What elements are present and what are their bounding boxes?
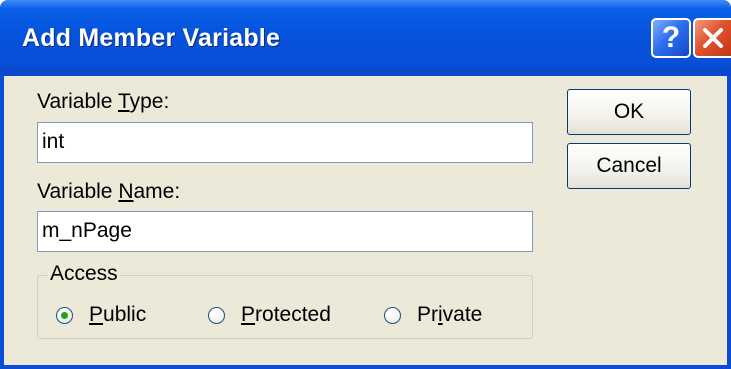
variable-type-input[interactable]: int [37, 122, 533, 163]
radio-public[interactable]: Public [56, 303, 146, 327]
radio-public-label: Public [89, 303, 147, 326]
radio-public-circle[interactable] [56, 306, 73, 324]
cancel-button[interactable]: Cancel [567, 143, 691, 189]
variable-type-label: Variable Type: [37, 90, 170, 113]
radio-private-label: Private [417, 303, 483, 326]
dialog-title: Add Member Variable [22, 24, 281, 52]
help-button[interactable]: ? [651, 18, 691, 58]
close-button[interactable] [693, 18, 731, 58]
radio-protected-label: Protected [241, 303, 331, 326]
add-member-variable-dialog: Add Member Variable ? Variable Type: int… [0, 0, 731, 369]
radio-protected-circle[interactable] [208, 306, 225, 324]
variable-name-input[interactable]: m_nPage [37, 211, 533, 252]
close-icon [703, 28, 723, 48]
radio-private[interactable]: Private [384, 303, 482, 327]
variable-name-label: Variable Name: [37, 180, 181, 203]
ok-button[interactable]: OK [567, 89, 691, 135]
help-icon: ? [661, 21, 681, 54]
dialog-body: Variable Type: int Variable Name: m_nPag… [4, 76, 727, 365]
access-groupbox: Access Public Protected Private [37, 262, 533, 339]
radio-protected[interactable]: Protected [208, 303, 331, 327]
radio-private-circle[interactable] [384, 306, 401, 324]
access-legend: Access [48, 262, 120, 286]
title-bar[interactable]: Add Member Variable ? [0, 0, 731, 76]
